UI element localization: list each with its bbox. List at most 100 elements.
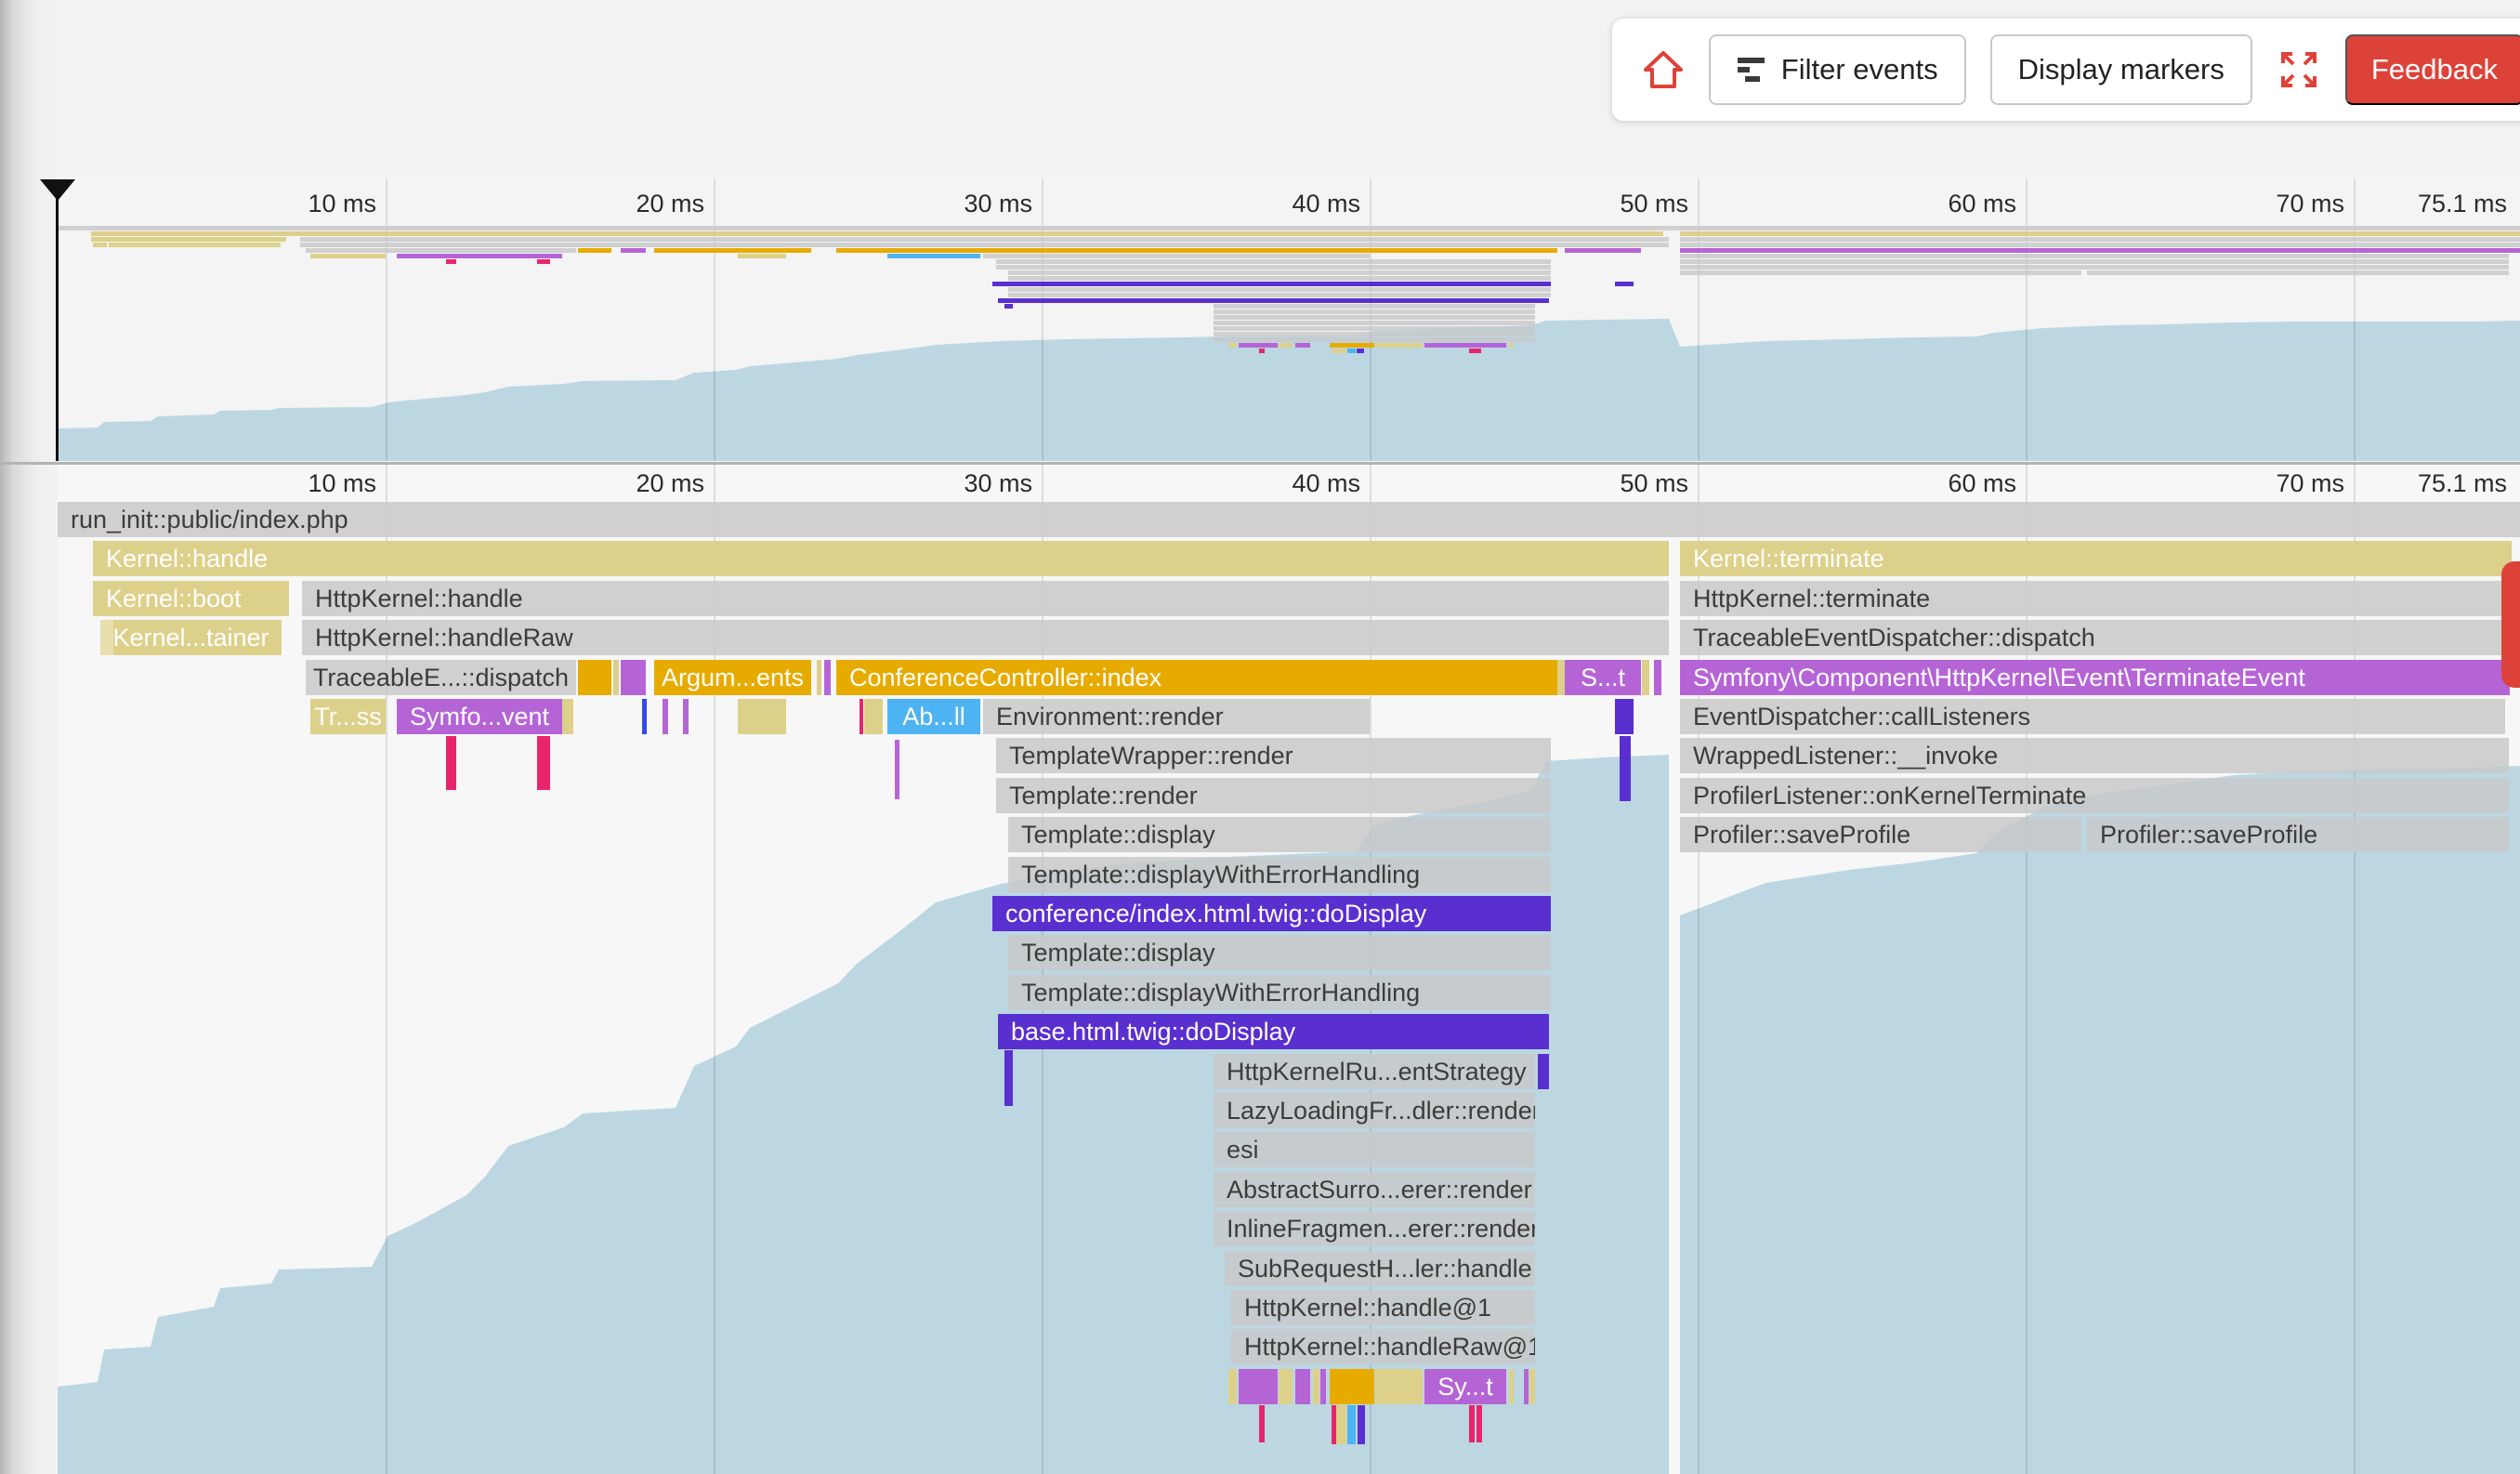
timeline-span[interactable]: Template::render (996, 778, 1551, 813)
timeline-span[interactable]: Symfony\Component\HttpKernel\Event\Termi… (1680, 660, 2510, 695)
timeline-span[interactable]: EventDispatcher::callListeners (1680, 699, 2505, 734)
timeline-span-sliver[interactable] (1654, 660, 1661, 695)
minimap-span[interactable] (1332, 349, 1346, 353)
timeline-span[interactable]: Kernel::terminate (1680, 541, 2512, 576)
timeline-span[interactable]: HttpKernel::handleRaw (302, 620, 1669, 655)
timeline-span[interactable]: HttpKernel::terminate (1680, 581, 2512, 616)
timeline-span-sliver[interactable] (1529, 1369, 1535, 1404)
minimap-span[interactable] (1615, 282, 1634, 286)
minimap-span[interactable] (91, 237, 286, 242)
minimap-span[interactable] (1214, 332, 1535, 336)
timeline-span-sliver[interactable] (1313, 1369, 1319, 1404)
minimap-span[interactable] (578, 248, 611, 253)
minimap-span[interactable] (1214, 337, 1535, 342)
timeline-span[interactable]: TemplateWrapper::render (996, 738, 1551, 773)
timeline-span-sliver[interactable] (1239, 1369, 1278, 1404)
timeline-span-sliver[interactable] (683, 699, 689, 734)
minimap-span[interactable] (1214, 321, 1535, 325)
minimap-span[interactable] (1347, 349, 1356, 353)
minimap-span[interactable] (1680, 231, 2520, 236)
marker-tick[interactable] (895, 740, 899, 799)
timeline-span[interactable]: conference/index.html.twig::doDisplay (992, 896, 1551, 931)
timeline-span[interactable]: Environment::render (983, 699, 1370, 734)
timeline-span[interactable]: TraceableE...::dispatch (306, 660, 576, 695)
minimap-span[interactable] (1214, 309, 1535, 314)
timeline-span[interactable]: Sy...t (1424, 1369, 1506, 1404)
timeline-span-sliver[interactable] (1509, 1369, 1514, 1404)
filter-events-button[interactable]: Filter events (1709, 34, 1966, 105)
minimap-span[interactable] (996, 259, 1551, 264)
minimap-span[interactable] (109, 243, 281, 247)
timeline-span-sliver[interactable] (613, 660, 619, 695)
minimap-span[interactable] (992, 282, 1551, 286)
timeline-span[interactable]: Template::display (1008, 817, 1551, 852)
minimap-span[interactable] (1357, 349, 1364, 353)
minimap-span[interactable] (1295, 343, 1310, 348)
minimap-span[interactable] (2087, 270, 2509, 275)
timeline-span[interactable]: Argum...ents (654, 660, 811, 695)
minimap-span[interactable] (1469, 349, 1481, 353)
marker-tick[interactable] (1347, 1405, 1356, 1444)
minimap-span[interactable] (1214, 326, 1535, 331)
timeline-span[interactable]: AbstractSurro...erer::render (1214, 1172, 1535, 1207)
timeline-span-sliver[interactable] (1279, 1369, 1293, 1404)
timeline-span-sliver[interactable] (1615, 699, 1634, 734)
timeline-span[interactable]: S...t (1565, 660, 1641, 695)
minimap-span[interactable] (58, 226, 2520, 230)
minimap-span[interactable] (1565, 248, 1641, 253)
display-markers-button[interactable]: Display markers (1990, 34, 2252, 105)
timeline-span-sliver[interactable] (864, 699, 883, 734)
timeline-span-sliver[interactable] (1642, 660, 1649, 695)
minimap-span[interactable] (1680, 270, 2081, 275)
minimap-span[interactable] (1214, 304, 1535, 309)
marker-tick[interactable] (1358, 1405, 1365, 1444)
minimap-span[interactable] (1008, 276, 1551, 281)
minimap-span[interactable] (983, 254, 1370, 258)
timeline-span-sliver[interactable] (562, 699, 573, 734)
timeline-span[interactable]: ProfilerListener::onKernelTerminate (1680, 778, 2509, 813)
marker-tick[interactable] (446, 736, 456, 790)
timeline-span[interactable]: HttpKernel::handleRaw@1 (1231, 1329, 1535, 1364)
timeline-span[interactable]: Template::displayWithErrorHandling (1008, 857, 1551, 892)
timeline-span-sliver[interactable] (1320, 1369, 1326, 1404)
minimap-handle-line[interactable] (56, 182, 59, 461)
minimap-span[interactable] (1279, 343, 1293, 348)
timeline-span-sliver[interactable] (1375, 1369, 1423, 1404)
minimap-span[interactable] (91, 231, 1663, 236)
minimap-span[interactable] (1008, 293, 1551, 297)
minimap-span[interactable] (537, 259, 550, 264)
timeline-span[interactable]: InlineFragmen...erer::render (1214, 1211, 1535, 1246)
feedback-button[interactable]: Feedback (2345, 34, 2520, 105)
minimap-span[interactable] (1680, 237, 2520, 242)
minimap-span[interactable] (996, 265, 1551, 270)
minimap-span[interactable] (738, 254, 786, 258)
minimap-span[interactable] (300, 237, 1669, 242)
minimap-span[interactable] (887, 254, 980, 258)
home-button[interactable] (1642, 48, 1685, 91)
minimap-span[interactable] (93, 243, 107, 247)
timeline-span[interactable]: Kernel::boot (93, 581, 289, 616)
timeline-span-sliver[interactable] (1538, 1054, 1549, 1089)
minimap-span[interactable] (306, 248, 576, 253)
minimap-span[interactable] (1228, 343, 1237, 348)
minimap-span[interactable] (1680, 265, 2509, 270)
timeline-span-sliver[interactable] (642, 699, 647, 734)
minimap-span[interactable] (446, 259, 456, 264)
edge-red-indicator[interactable] (2501, 561, 2520, 688)
minimap-span[interactable] (1008, 270, 1551, 275)
marker-tick[interactable] (1620, 736, 1631, 801)
minimap-span[interactable] (310, 254, 386, 258)
timeline-span[interactable]: Kernel...tainer (100, 620, 282, 655)
minimap-handle[interactable] (40, 179, 75, 201)
minimap-span[interactable] (1259, 349, 1265, 353)
timeline-span[interactable]: HttpKernelRu...entStrategy (1214, 1054, 1535, 1089)
timeline-span[interactable]: Ab...ll (887, 699, 980, 734)
marker-tick[interactable] (1004, 1050, 1013, 1106)
timeline-span[interactable]: HttpKernel::handle (302, 581, 1669, 616)
timeline-span-sliver[interactable] (100, 620, 113, 655)
marker-tick[interactable] (537, 736, 550, 790)
timeline-span[interactable]: Template::display (1008, 935, 1551, 970)
minimap-span[interactable] (621, 248, 646, 253)
minimap-span[interactable] (397, 254, 562, 258)
timeline-span[interactable]: Kernel::handle (93, 541, 1669, 576)
